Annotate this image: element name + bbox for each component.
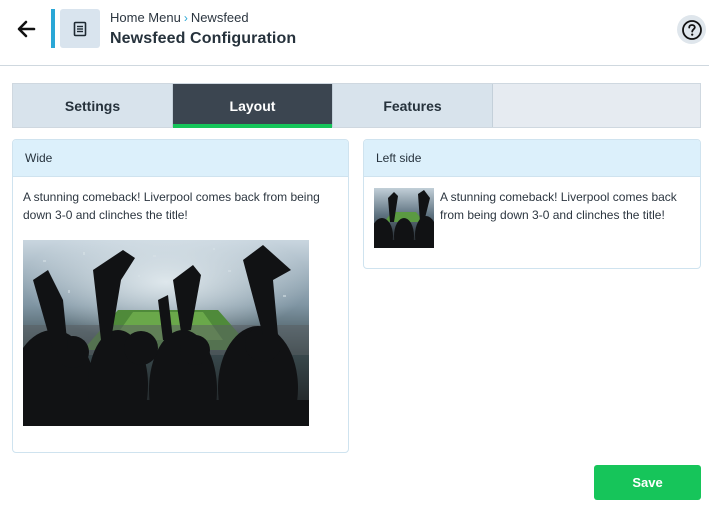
newsfeed-preview-text: A stunning comeback! Liverpool comes bac… <box>440 190 677 222</box>
layout-option-heading: Left side <box>364 140 700 177</box>
newsfeed-preview-text: A stunning comeback! Liverpool comes bac… <box>23 190 320 222</box>
back-button[interactable] <box>12 14 42 44</box>
chevron-right-icon: › <box>183 10 188 25</box>
stadium-crowd-photo <box>374 188 434 248</box>
tab-settings[interactable]: Settings <box>13 84 173 127</box>
document-icon <box>73 21 87 36</box>
page-icon-tile <box>60 9 100 48</box>
tab-features[interactable]: Features <box>333 84 493 127</box>
tab-bar: Settings Layout Features <box>12 83 701 128</box>
breadcrumb-home-link[interactable]: Home Menu <box>110 10 181 25</box>
header-accent-bar <box>51 9 55 48</box>
layout-option-heading: Wide <box>13 140 348 177</box>
tab-bar-filler <box>493 84 700 127</box>
save-button[interactable]: Save <box>594 465 701 500</box>
breadcrumb-current: Newsfeed <box>190 10 249 25</box>
layout-option-left-side[interactable]: Left side A stunning comeback! Liverpool… <box>363 139 701 269</box>
help-circle-icon <box>681 19 702 40</box>
layout-option-wide[interactable]: Wide A stunning comeback! Liverpool come… <box>12 139 349 453</box>
tab-layout[interactable]: Layout <box>173 84 333 128</box>
help-button[interactable] <box>677 15 706 44</box>
page-title: Newsfeed Configuration <box>110 30 297 47</box>
arrow-left-icon <box>17 20 36 38</box>
breadcrumb: Home Menu › Newsfeed <box>110 10 249 25</box>
page-header: Home Menu › Newsfeed Newsfeed Configurat… <box>0 0 709 66</box>
stadium-crowd-photo <box>23 240 309 426</box>
